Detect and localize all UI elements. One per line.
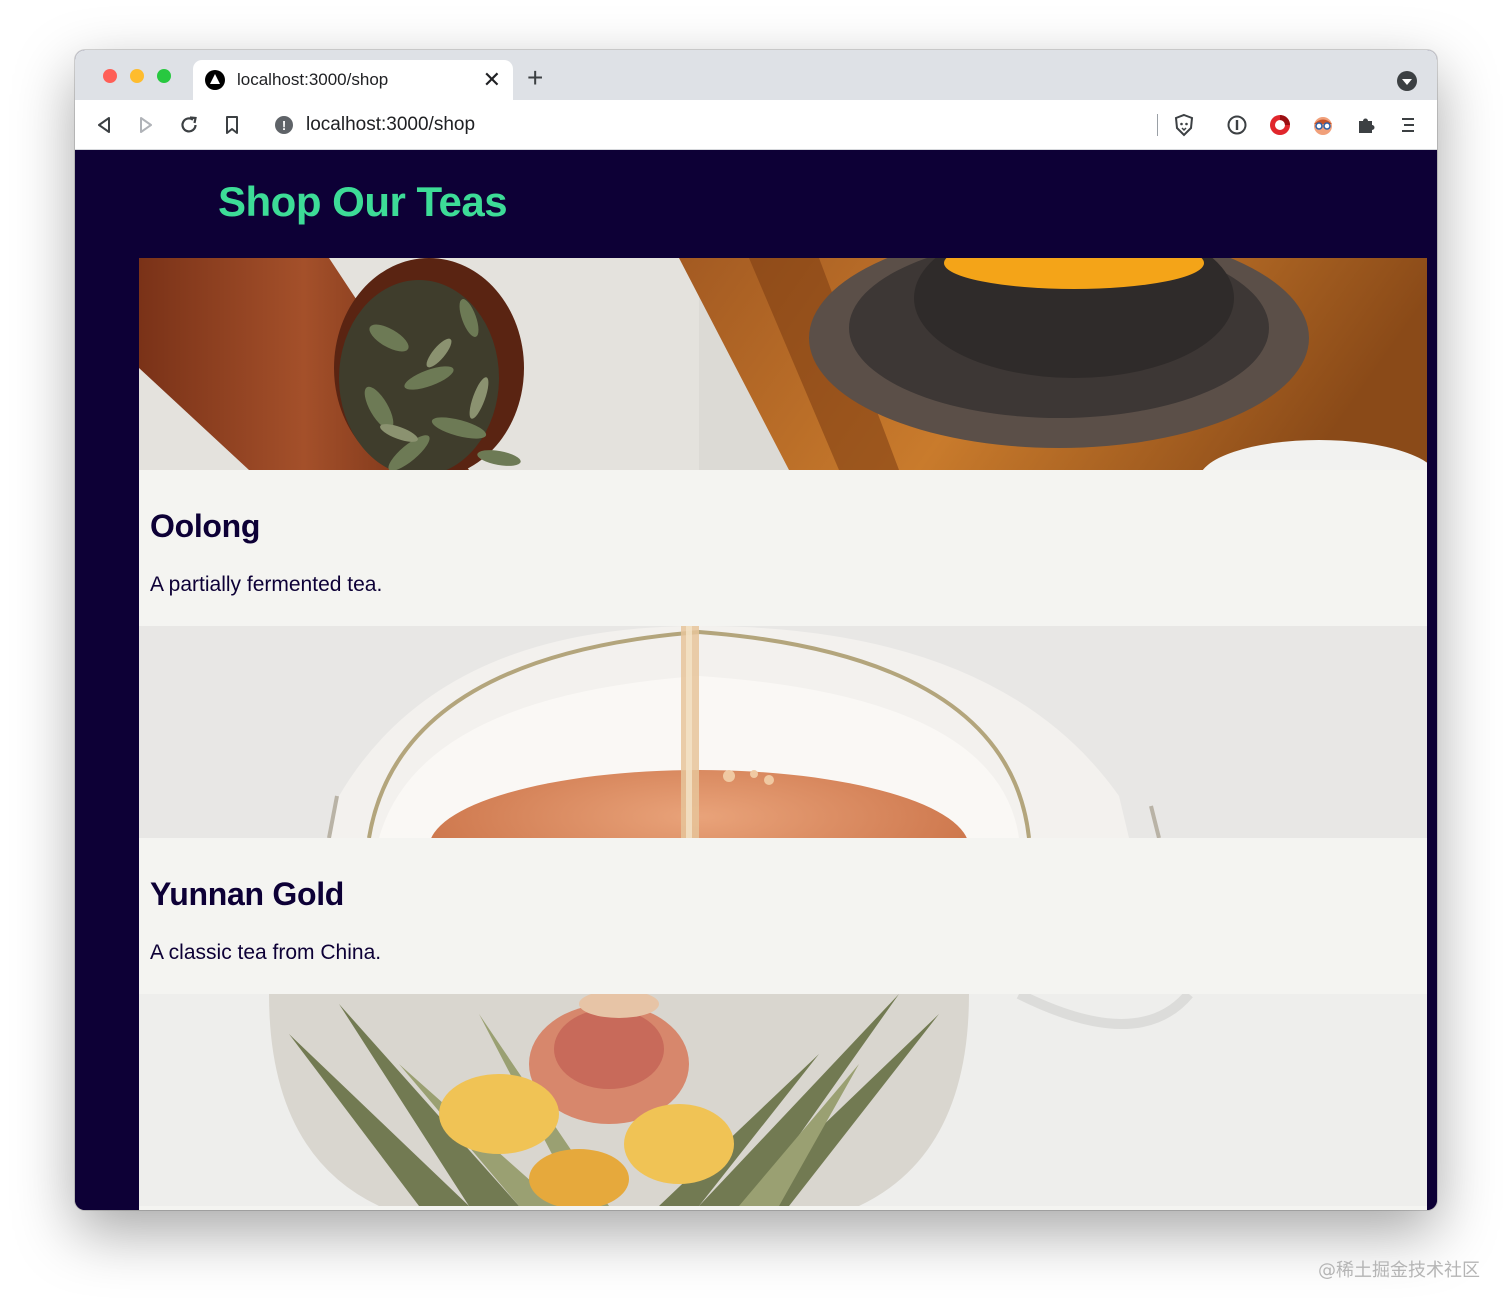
back-button[interactable] bbox=[92, 113, 116, 137]
minimize-window-button[interactable] bbox=[130, 69, 144, 83]
blooming-tea-image bbox=[139, 994, 1427, 1206]
brave-shields-button[interactable] bbox=[1172, 113, 1196, 137]
bookmark-icon bbox=[226, 116, 238, 134]
maximize-window-button[interactable] bbox=[157, 69, 171, 83]
tea-card: Yunnan Gold A classic tea from China. bbox=[139, 626, 1427, 994]
new-tab-button[interactable]: + bbox=[527, 64, 543, 92]
reload-icon bbox=[181, 116, 197, 133]
tea-name: Oolong bbox=[150, 508, 261, 544]
tab-search-dropdown-icon[interactable] bbox=[1397, 71, 1417, 91]
site-info-icon[interactable]: ! bbox=[275, 116, 293, 134]
oolong-tea-image bbox=[139, 258, 1427, 470]
tea-description: A partially fermented tea. bbox=[150, 573, 383, 596]
face-extension-button[interactable] bbox=[1311, 113, 1335, 137]
tea-name: Yunnan Gold bbox=[150, 876, 345, 912]
lion-shield-icon bbox=[1174, 113, 1194, 137]
close-window-button[interactable] bbox=[103, 69, 117, 83]
triangle-favicon-icon bbox=[205, 70, 225, 90]
shop-page: Shop Our Teas Oolong A partially ferment… bbox=[75, 150, 1437, 1210]
browser-tab[interactable]: localhost:3000/shop ✕ bbox=[193, 60, 513, 100]
tab-strip: localhost:3000/shop ✕ + bbox=[75, 50, 1437, 100]
watermark: @稀土掘金技术社区 bbox=[1318, 1260, 1480, 1281]
back-arrow-icon bbox=[98, 117, 110, 133]
forward-button[interactable] bbox=[134, 113, 158, 137]
red-ring-extension-icon bbox=[1270, 115, 1290, 135]
address-bar-divider bbox=[1157, 114, 1158, 136]
red-extension-button[interactable] bbox=[1268, 113, 1292, 137]
tab-title: localhost:3000/shop bbox=[237, 70, 389, 89]
bookmark-button[interactable] bbox=[220, 113, 244, 137]
forward-arrow-icon bbox=[140, 117, 152, 133]
glasses-face-extension-icon bbox=[1314, 117, 1332, 135]
close-tab-icon[interactable]: ✕ bbox=[483, 69, 501, 91]
yunnan-gold-tea-image bbox=[139, 626, 1427, 838]
browser-window: localhost:3000/shop ✕ + ! localhost:3000… bbox=[75, 50, 1437, 1210]
extensions-button[interactable] bbox=[1354, 113, 1378, 137]
url-text: localhost:3000/shop bbox=[306, 114, 476, 135]
password-manager-icon bbox=[1227, 115, 1247, 135]
tea-card: Oolong A partially fermented tea. bbox=[139, 258, 1427, 626]
reload-button[interactable] bbox=[177, 113, 201, 137]
browser-menu-button[interactable] bbox=[1396, 113, 1420, 137]
puzzle-piece-icon bbox=[1359, 118, 1375, 133]
address-bar[interactable]: ! localhost:3000/shop bbox=[261, 106, 1207, 144]
page-title: Shop Our Teas bbox=[218, 178, 508, 225]
browser-toolbar: ! localhost:3000/shop bbox=[75, 100, 1437, 150]
hamburger-menu-icon bbox=[1402, 118, 1414, 132]
tea-card bbox=[139, 994, 1427, 1210]
tea-description: A classic tea from China. bbox=[150, 941, 382, 964]
password-manager-button[interactable] bbox=[1225, 113, 1249, 137]
